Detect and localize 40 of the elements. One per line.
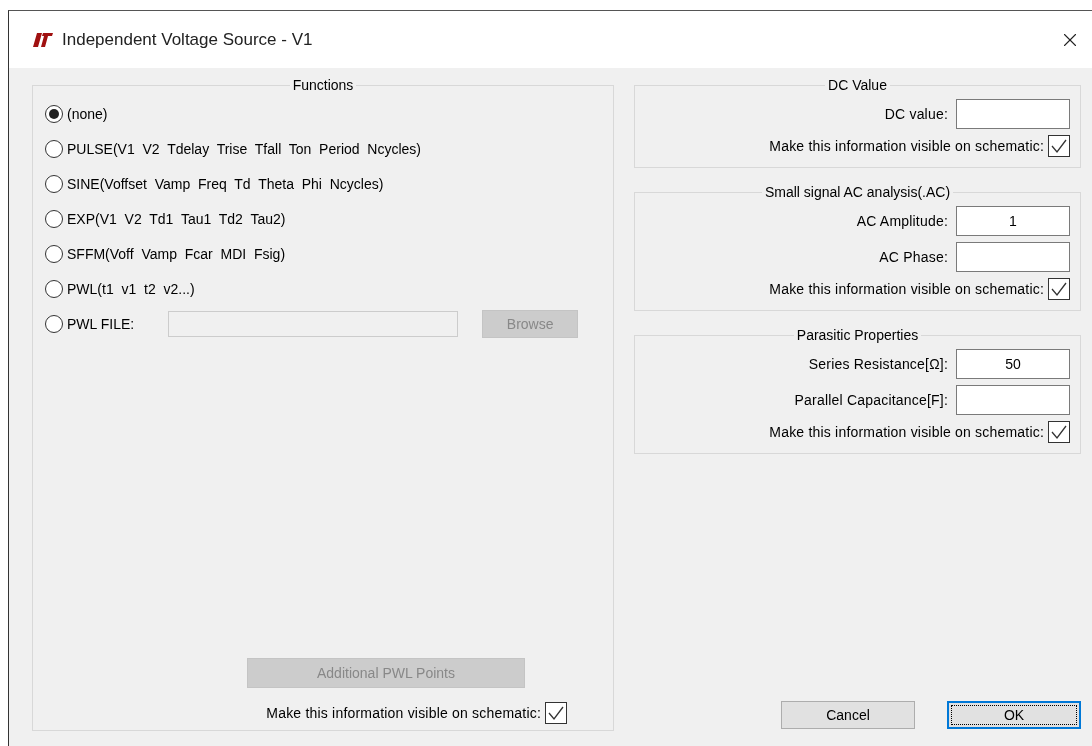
radio-button[interactable] (45, 280, 63, 298)
radio-button[interactable] (45, 210, 63, 228)
field-label: AC Phase: (879, 249, 948, 265)
group-title: Parasitic Properties (795, 327, 920, 343)
radio-label: SINE(Voffset Vamp Freq Td Theta Phi Ncycles) (67, 176, 384, 192)
checkbox[interactable] (545, 702, 567, 724)
radio-label: PULSE(V1 V2 Tdelay Trise Tfall Ton Period Ncycles) (67, 141, 422, 157)
checkbox-label: Make this information visible on schematic: (769, 281, 1044, 297)
group-title: Functions (291, 77, 355, 93)
checkbox[interactable] (1048, 421, 1070, 443)
field-label: Series Resistance[Ω]: (808, 356, 948, 372)
checkbox-label: Make this information visible on schematic: (769, 424, 1044, 440)
dialog-button[interactable]: Cancel (781, 701, 915, 729)
radio-button[interactable] (45, 315, 63, 333)
radio-button[interactable] (45, 175, 63, 193)
window-title: Independent Voltage Source - V1 (62, 29, 314, 50)
radio-label: (none) (67, 106, 108, 122)
dialog-button[interactable]: OK (947, 701, 1081, 729)
radio-label: EXP(V1 V2 Td1 Tau1 Td2 Tau2) (67, 211, 286, 227)
input-field[interactable]: 1 (956, 206, 1070, 236)
input-field[interactable] (956, 242, 1070, 272)
radio-button[interactable] (45, 140, 63, 158)
checkbox-label: Make this information visible on schematic: (769, 138, 1044, 154)
radio-label: SFFM(Voff Vamp Fcar MDI Fsig) (67, 246, 286, 262)
checkbox[interactable] (1048, 135, 1070, 157)
field-label: DC value: (884, 106, 948, 122)
radio-button[interactable] (45, 245, 63, 263)
radio-label: PWL FILE: (67, 316, 135, 332)
checkbox[interactable] (1048, 278, 1070, 300)
radio-label: PWL(t1 v1 t2 v2...) (67, 281, 195, 297)
group-title: Small signal AC analysis(.AC) (763, 184, 952, 200)
field-label: AC Amplitude: (856, 213, 948, 229)
input-field[interactable]: 50 (956, 349, 1070, 379)
radio-button[interactable] (45, 105, 63, 123)
logo-icon (32, 31, 54, 48)
field-label: Parallel Capacitance[F]: (794, 392, 948, 408)
checkbox-label: Make this information visible on schematic: (266, 705, 541, 721)
input-field[interactable] (956, 99, 1070, 129)
group-title: DC Value (827, 77, 888, 93)
input-field[interactable] (956, 385, 1070, 415)
